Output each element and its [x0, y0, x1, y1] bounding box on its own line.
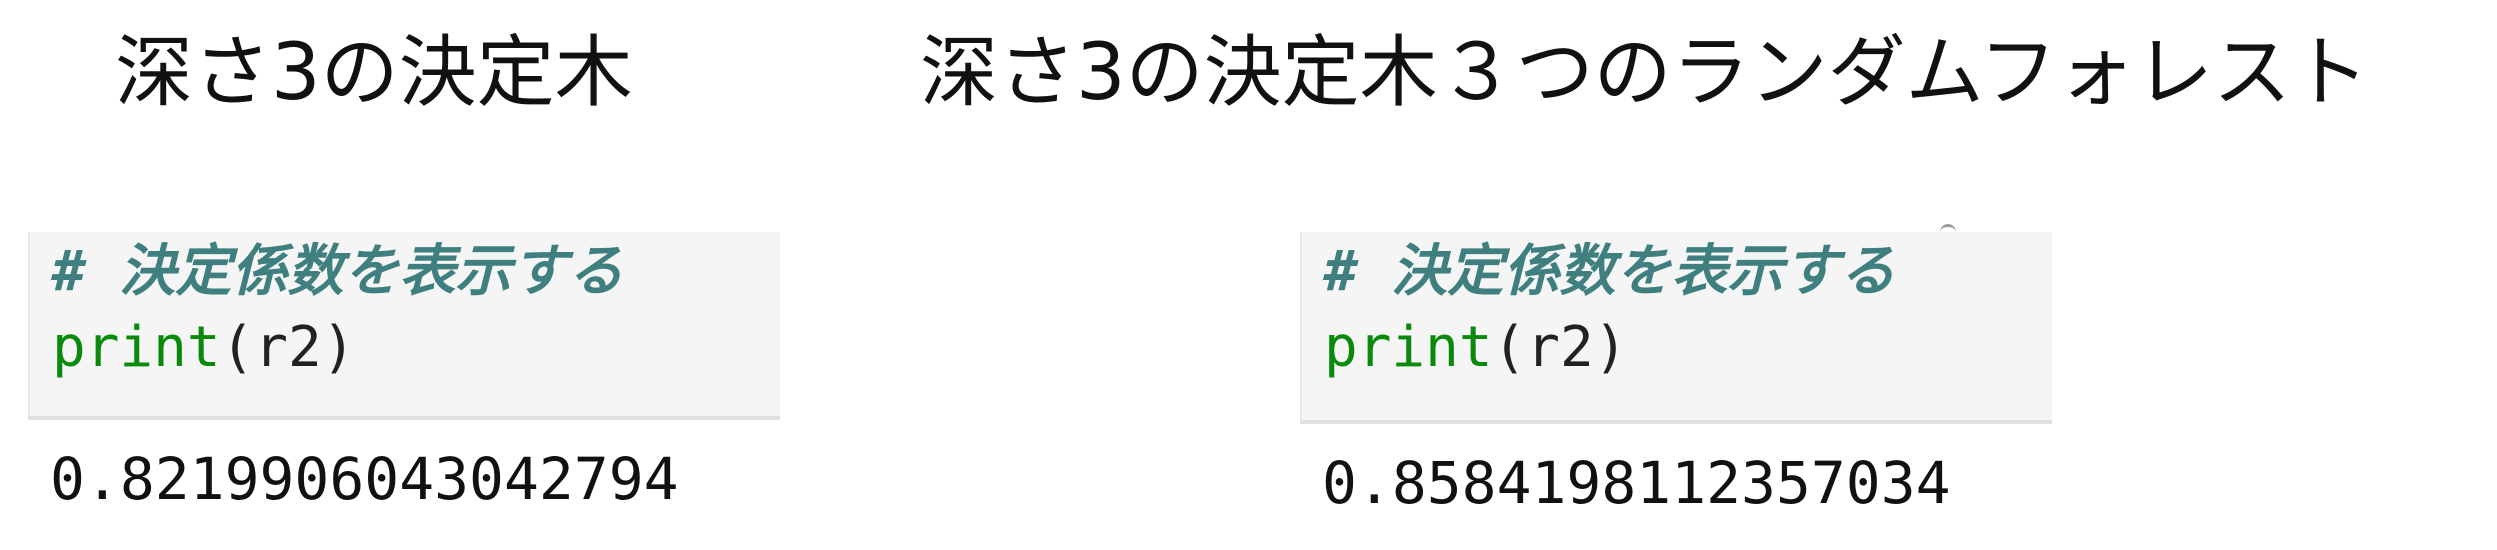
- right-cell-output: 0.8584198112357034: [1322, 449, 1951, 517]
- right-code-comment: # 決定係数を表示する: [1324, 239, 1896, 304]
- left-print-args: (r2): [220, 315, 356, 380]
- right-print-keyword: print: [1324, 315, 1493, 380]
- left-print-keyword: print: [52, 315, 221, 380]
- left-code-cell[interactable]: # 決定係数を表示する print(r2): [28, 232, 780, 420]
- left-print-statement: print(r2): [52, 312, 355, 384]
- left-cell-output: 0.8219906043042794: [50, 445, 679, 513]
- right-panel-title: 深さ3の決定木３つのランダムフォレスト: [920, 28, 2369, 118]
- left-panel-title: 深さ3の決定木: [115, 28, 633, 118]
- left-code-comment: # 決定係数を表示する: [52, 239, 624, 304]
- right-code-cell[interactable]: # 決定係数を表示する print(r2): [1300, 232, 2052, 424]
- right-print-args: (r2): [1492, 315, 1628, 380]
- right-print-statement: print(r2): [1324, 312, 1627, 384]
